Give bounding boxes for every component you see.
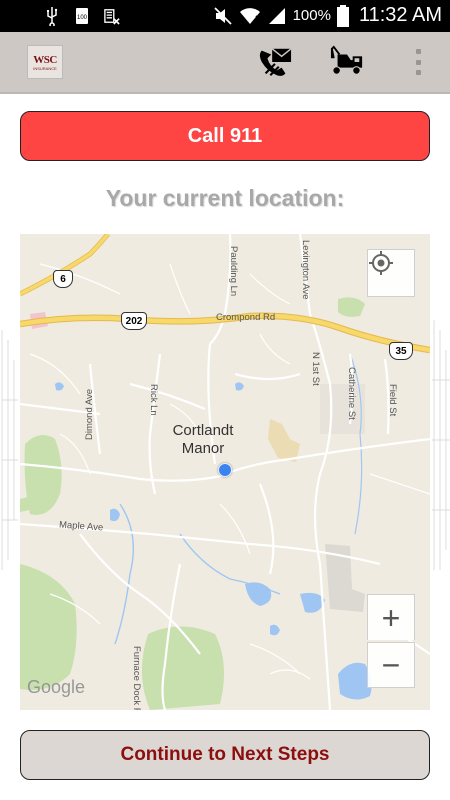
- developed-area: [268, 419, 300, 462]
- svg-text:100: 100: [77, 15, 88, 21]
- logo-subtext: INSURANCE: [33, 65, 57, 71]
- road-label: Catherine St: [346, 367, 357, 420]
- phone-envelope-icon: [259, 48, 292, 76]
- route-shield-35: 35: [389, 342, 413, 360]
- park-area: [338, 297, 365, 317]
- mute-icon: [213, 6, 232, 25]
- zoom-out-button[interactable]: −: [367, 642, 415, 688]
- town-label: Cortlandt Manor: [160, 422, 246, 458]
- road-label: Field St: [387, 384, 398, 417]
- road-label: N 1st St: [310, 352, 321, 386]
- my-location-button[interactable]: [367, 249, 415, 297]
- logo-text: WSC: [33, 53, 57, 66]
- road-label: Lexington Ave: [300, 240, 311, 300]
- wsc-logo[interactable]: WSC INSURANCE: [27, 45, 63, 79]
- google-attribution: Google: [27, 677, 86, 697]
- park-area: [20, 564, 77, 690]
- continue-button[interactable]: Continue to Next Steps: [20, 730, 430, 780]
- map-view[interactable]: Crompond Rd Paulding Ln Lexington Ave Ri…: [20, 234, 430, 710]
- contact-button[interactable]: [255, 44, 295, 80]
- action-bar: WSC INSURANCE: [0, 32, 450, 94]
- water-body: [270, 624, 280, 636]
- route-shield-202: 202: [121, 312, 147, 330]
- park-area: [141, 626, 224, 710]
- wifi-icon: [239, 7, 261, 24]
- water-body: [110, 508, 120, 522]
- road-label: Furnace Dock Rd: [131, 646, 142, 710]
- developed-area: [320, 384, 365, 434]
- battery-x-icon: [104, 9, 120, 25]
- town-name-line1: Cortlandt: [172, 422, 234, 439]
- overflow-dot: [415, 49, 421, 54]
- tow-truck-button[interactable]: [327, 44, 367, 80]
- town-name-line2: Manor: [181, 440, 225, 457]
- current-location-heading: Your current location:: [105, 185, 345, 211]
- overflow-dot: [415, 59, 421, 65]
- overflow-menu-button[interactable]: [414, 49, 422, 75]
- storage-100-icon: 100: [76, 8, 88, 24]
- status-bar: 100 100% 11:32 AM: [0, 0, 450, 32]
- water-body: [55, 382, 64, 391]
- road-label: Rick Ln: [148, 384, 159, 416]
- water-body: [235, 382, 244, 391]
- signal-icon: [268, 7, 285, 24]
- current-location-dot: [218, 463, 232, 477]
- road-label: Dimond Ave: [84, 388, 95, 440]
- tow-truck-icon: [330, 45, 363, 75]
- road-label: Paulding Ln: [228, 246, 239, 297]
- usb-icon: [47, 7, 58, 26]
- overflow-dot: [415, 70, 421, 75]
- route-shield-6: 6: [53, 270, 73, 288]
- plus-icon: +: [381, 599, 401, 636]
- road-label: Crompond Rd: [216, 312, 276, 323]
- zoom-in-button[interactable]: +: [367, 594, 415, 640]
- call-911-button[interactable]: Call 911: [20, 111, 430, 161]
- minus-icon: −: [381, 647, 401, 683]
- battery-icon: [336, 4, 349, 27]
- background-sketch-left: [1, 330, 18, 570]
- crosshair-icon: [369, 251, 393, 275]
- clock: 11:32 AM: [358, 4, 442, 26]
- battery-percent: 100%: [292, 7, 331, 24]
- background-sketch-right: [432, 320, 450, 570]
